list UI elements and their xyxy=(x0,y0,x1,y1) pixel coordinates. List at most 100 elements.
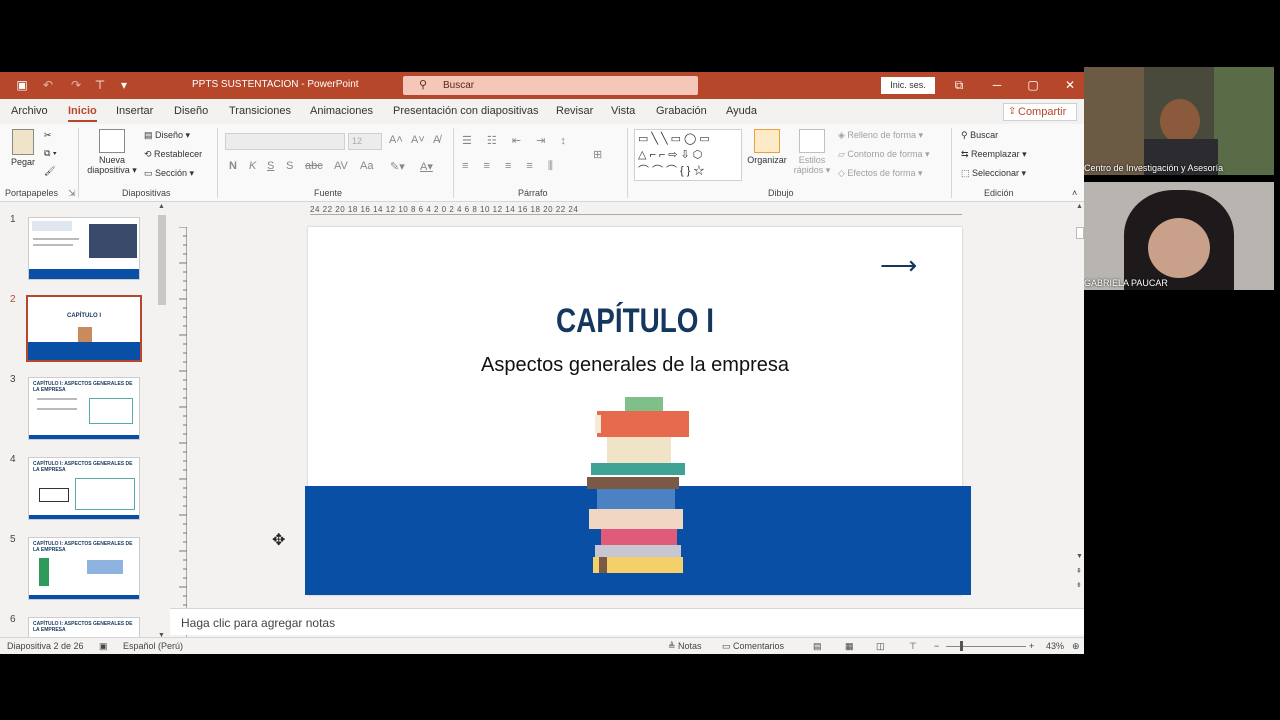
scroll-up-icon[interactable]: ▲ xyxy=(158,203,165,210)
notes-toggle[interactable]: ≜ Notas xyxy=(668,641,702,652)
font-size-box[interactable]: 12 xyxy=(348,133,382,150)
minimize-icon[interactable]: ─ xyxy=(979,72,1015,99)
font-name-box[interactable] xyxy=(225,133,345,150)
share-button[interactable]: ⇪ Compartir xyxy=(1003,103,1077,121)
slide-subtitle[interactable]: Aspectos generales de la empresa xyxy=(308,354,962,377)
reset-button[interactable]: ⟲ Restablecer xyxy=(144,149,202,160)
paste-button[interactable]: Pegar xyxy=(8,129,38,167)
signin-button[interactable]: Inic. ses. xyxy=(881,77,935,94)
list-controls[interactable]: ☰ ☷ ⇤ ⇥ ↕ xyxy=(462,134,572,147)
shape-outline-button[interactable]: ▱ Contorno de forma ▾ xyxy=(838,149,930,160)
shapes-gallery[interactable]: ▭╲╲▭◯▭ △⌐⌐⇨⇩⬡ ⌒⌒⌒{}☆ xyxy=(634,129,742,181)
zoom-slider[interactable] xyxy=(946,646,1026,647)
shape-effects-button[interactable]: ◇ Efectos de forma ▾ xyxy=(838,168,923,179)
previous-slide-icon[interactable]: ⇞ xyxy=(1076,567,1082,575)
char-spacing-icon[interactable]: AV xyxy=(334,160,348,172)
clear-format-icon[interactable]: A̸ xyxy=(433,134,440,146)
tab-archivo[interactable]: Archivo xyxy=(11,105,48,117)
tab-transiciones[interactable]: Transiciones xyxy=(229,105,291,117)
alignment-controls[interactable]: ≡ ≡ ≡ ≡ ⫼ xyxy=(462,160,559,173)
tab-inicio[interactable]: Inicio xyxy=(68,105,97,122)
tab-diseno[interactable]: Diseño xyxy=(174,105,208,117)
thumb-title: CAPÍTULO I: ASPECTOS GENERALES DE LA EMP… xyxy=(33,621,133,633)
slideshow-view-icon[interactable]: ⊤ xyxy=(909,641,917,652)
tab-ayuda[interactable]: Ayuda xyxy=(726,105,757,117)
highlight-icon[interactable]: ✎▾ xyxy=(390,160,405,173)
text-direction-icon[interactable]: ⊞ xyxy=(593,148,602,161)
section-button[interactable]: ▭ Sección ▾ xyxy=(144,168,194,179)
scroll-up-icon[interactable]: ▲ xyxy=(1076,203,1083,210)
group-label-paragraph: Párrafo xyxy=(518,188,548,198)
slide-thumbnail-2[interactable]: CAPÍTULO I xyxy=(26,295,142,362)
editor-scrollbar[interactable]: ▲ ▼ ⇞ ⇟ xyxy=(1075,203,1084,633)
shadow-icon[interactable]: S xyxy=(286,160,293,172)
normal-view-icon[interactable]: ▤ xyxy=(813,641,822,652)
select-button[interactable]: ⬚ Seleccionar ▾ xyxy=(961,168,1026,179)
slide-title[interactable]: CAPÍTULO I xyxy=(367,302,903,341)
clipboard-launcher-icon[interactable]: ⇲ xyxy=(68,188,76,199)
language-status[interactable]: Español (Perú) xyxy=(123,641,183,651)
layout-button[interactable]: ▤ Diseño ▾ xyxy=(144,130,190,141)
slide-thumbnail-5[interactable]: CAPÍTULO I: ASPECTOS GENERALES DE LA EMP… xyxy=(28,537,140,600)
font-color-icon[interactable]: A▾ xyxy=(420,160,433,173)
save-icon[interactable]: ▣ xyxy=(14,77,30,93)
strikethrough-icon[interactable]: abc xyxy=(305,160,323,172)
undo-icon[interactable]: ↶ xyxy=(40,77,56,93)
participant-video-1[interactable]: Centro de Investigación y Asesoría xyxy=(1084,67,1274,175)
zoom-slider-thumb[interactable] xyxy=(960,641,963,651)
participant-video-2[interactable]: GABRIELA PAUCAR xyxy=(1084,182,1274,290)
close-icon[interactable]: ✕ xyxy=(1052,72,1084,99)
find-button[interactable]: ⚲ Buscar xyxy=(961,130,998,141)
redo-icon[interactable]: ↷ xyxy=(68,77,84,93)
arrow-right-icon: ⟶ xyxy=(880,250,918,280)
book-stack-image[interactable] xyxy=(585,397,695,577)
tab-grabacion[interactable]: Grabación xyxy=(656,105,707,117)
accessibility-icon[interactable]: ▣ xyxy=(99,641,108,652)
present-icon[interactable]: ⊤ xyxy=(92,77,108,93)
change-case-icon[interactable]: Aa xyxy=(360,160,373,172)
search-input[interactable]: ⚲ Buscar xyxy=(403,76,698,95)
format-painter-icon[interactable]: 🖌 xyxy=(44,166,55,177)
collapse-ribbon-icon[interactable]: ˄ xyxy=(1072,188,1077,198)
scrollbar-thumb[interactable] xyxy=(1076,227,1084,239)
thumb-number: 1 xyxy=(10,214,16,225)
tab-presentacion[interactable]: Presentación con diapositivas xyxy=(393,105,539,117)
next-slide-icon[interactable]: ⇟ xyxy=(1076,581,1082,589)
zoom-in-icon[interactable]: + xyxy=(1029,641,1034,651)
thumbnail-scrollbar[interactable]: ▲ ▼ xyxy=(157,203,167,639)
scrollbar-thumb[interactable] xyxy=(158,215,166,305)
cut-icon[interactable]: ✂ xyxy=(44,130,52,141)
tab-revisar[interactable]: Revisar xyxy=(556,105,593,117)
grow-font-icon[interactable]: A˄ xyxy=(389,134,403,146)
zoom-out-icon[interactable]: − xyxy=(934,641,939,651)
maximize-icon[interactable]: ▢ xyxy=(1015,72,1051,99)
zoom-level[interactable]: 43% xyxy=(1046,641,1064,651)
ribbon-display-icon[interactable]: ⧉ xyxy=(941,72,977,99)
tab-animaciones[interactable]: Animaciones xyxy=(310,105,373,117)
customize-toolbar-icon[interactable]: ▾ xyxy=(116,77,132,93)
quick-styles-button[interactable]: Estilos rápidos ▾ xyxy=(792,129,832,176)
underline-icon[interactable]: S xyxy=(267,160,274,172)
new-slide-button[interactable]: Nueva diapositiva ▾ xyxy=(84,129,140,176)
replace-button[interactable]: ⇆ Reemplazar ▾ xyxy=(961,149,1027,160)
arrange-button[interactable]: Organizar xyxy=(744,129,790,165)
sorter-view-icon[interactable]: ▦ xyxy=(845,641,854,652)
comments-toggle[interactable]: ▭ Comentarios xyxy=(722,641,784,652)
quick-styles-label: Estilos xyxy=(798,155,826,165)
slide-thumbnail-4[interactable]: CAPÍTULO I: ASPECTOS GENERALES DE LA EMP… xyxy=(28,457,140,520)
slide-thumbnail-3[interactable]: CAPÍTULO I: ASPECTOS GENERALES DE LA EMP… xyxy=(28,377,140,440)
shape-fill-button[interactable]: ◈ Relleno de forma ▾ xyxy=(838,130,923,141)
tab-insertar[interactable]: Insertar xyxy=(116,105,153,117)
italic-icon[interactable]: K xyxy=(249,160,256,172)
bold-icon[interactable]: N xyxy=(229,160,237,172)
shrink-font-icon[interactable]: A˅ xyxy=(411,134,425,146)
fit-to-window-icon[interactable]: ⊕ xyxy=(1072,641,1080,652)
slide-thumbnail-1[interactable] xyxy=(28,217,140,280)
slide-thumbnail-6[interactable]: CAPÍTULO I: ASPECTOS GENERALES DE LA EMP… xyxy=(28,617,140,639)
title-bar: ▣ ↶ ↷ ⊤ ▾ PPTS SUSTENTACION - PowerPoint… xyxy=(0,72,1084,99)
copy-icon[interactable]: ⧉ ▾ xyxy=(44,148,57,159)
tab-vista[interactable]: Vista xyxy=(611,105,635,117)
scroll-down-icon[interactable]: ▼ xyxy=(1076,553,1083,560)
reading-view-icon[interactable]: ◫ xyxy=(876,641,885,652)
notes-pane[interactable]: Haga clic para agregar notas xyxy=(170,608,1084,635)
